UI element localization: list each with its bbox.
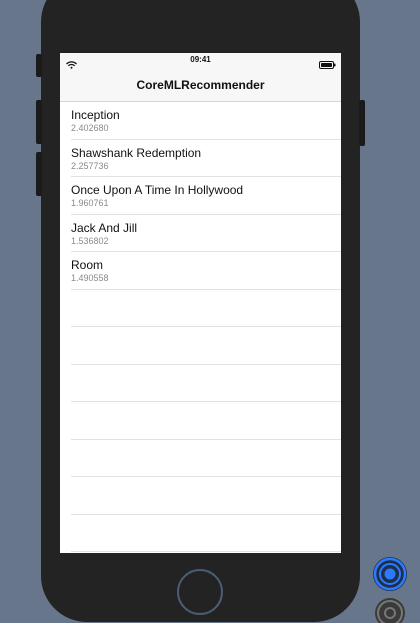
- screenshot-icon[interactable]: [375, 598, 405, 623]
- silent-switch: [36, 54, 42, 77]
- row-title: Shawshank Redemption: [71, 145, 202, 160]
- nav-title: CoreMLRecommender: [136, 77, 265, 92]
- volume-down-button: [36, 152, 42, 196]
- table-row[interactable]: Inception 2.402680: [60, 102, 341, 140]
- empty-row: [60, 515, 341, 553]
- row-score: 1.960761: [71, 198, 109, 208]
- row-title: Room: [71, 258, 104, 272]
- status-time: 09:41: [190, 55, 211, 64]
- battery-icon: [319, 56, 336, 74]
- home-button[interactable]: [177, 569, 223, 615]
- row-title: Once Upon A Time In Hollywood: [71, 183, 244, 197]
- row-score: 2.257736: [71, 160, 109, 171]
- empty-row: [60, 402, 341, 440]
- empty-row: [60, 365, 341, 403]
- table-row[interactable]: Shawshank Redemption 2.257736: [60, 140, 341, 178]
- empty-row: [60, 290, 341, 328]
- empty-row: [60, 477, 341, 515]
- row-title: Jack And Jill: [71, 220, 138, 235]
- power-button: [359, 100, 365, 146]
- table-row[interactable]: Once Upon A Time In Hollywood 1.960761: [60, 177, 341, 215]
- volume-up-button: [36, 100, 42, 144]
- app-screen: 09:41 CoreMLRecommender Inception 2.4026…: [60, 53, 341, 553]
- status-bar: 09:41: [60, 53, 341, 69]
- row-score: 1.536802: [71, 235, 109, 246]
- empty-row: [60, 440, 341, 478]
- row-score: 1.490558: [71, 273, 109, 283]
- empty-row: [60, 552, 341, 553]
- screen-record-icon[interactable]: [373, 557, 407, 591]
- empty-row: [60, 327, 341, 365]
- table-row[interactable]: Room 1.490558: [60, 252, 341, 290]
- recommendations-table[interactable]: Inception 2.402680 Shawshank Redemption …: [60, 102, 341, 553]
- row-title: Inception: [71, 108, 120, 122]
- table-row[interactable]: Jack And Jill 1.536802: [60, 215, 341, 253]
- navigation-bar: CoreMLRecommender: [60, 68, 341, 102]
- row-score: 2.402680: [71, 123, 109, 133]
